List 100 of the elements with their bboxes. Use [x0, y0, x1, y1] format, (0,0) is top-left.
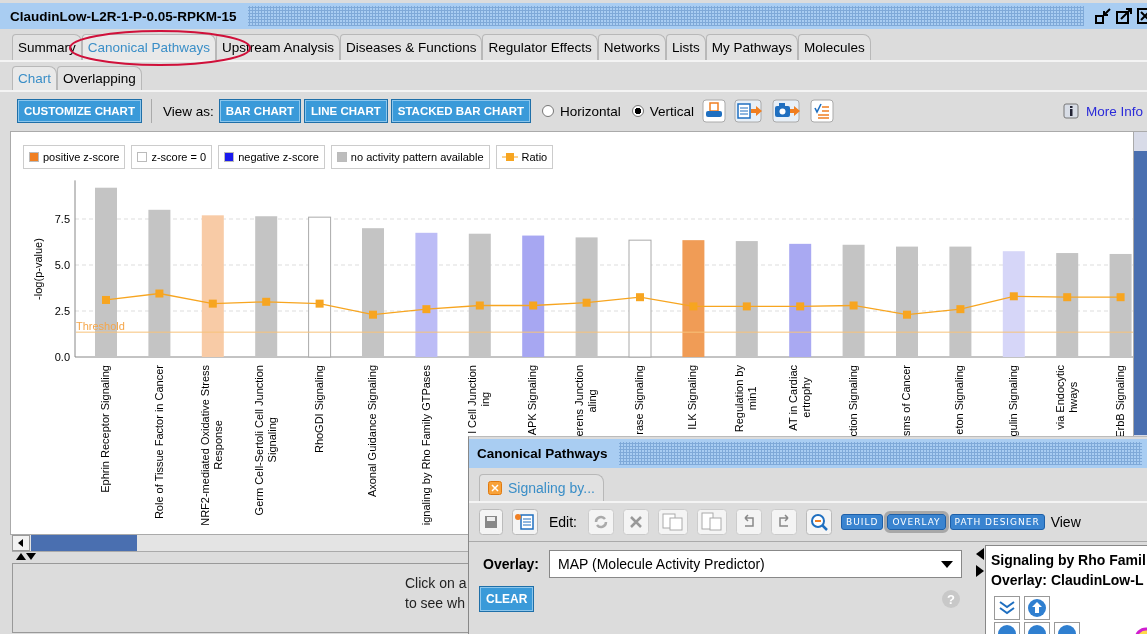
tab[interactable]: My Pathways: [705, 34, 799, 60]
legend-line-marker: [501, 153, 518, 161]
close-icon[interactable]: [1137, 8, 1147, 24]
bar[interactable]: [1056, 253, 1079, 357]
window-title: ClaudinLow-L2R-1-P-0.05-RPKM-15: [10, 8, 237, 24]
category-label: rase Signaling: [633, 365, 647, 435]
ratio-point[interactable]: [262, 297, 271, 306]
category-label: Ephrin Receptor Signaling: [99, 365, 113, 493]
details-text: to see wh: [405, 594, 465, 613]
category-label: eton Signaling: [953, 365, 967, 435]
ratio-point[interactable]: [315, 299, 324, 308]
ratio-point[interactable]: [1009, 292, 1018, 301]
ratio-point[interactable]: [1116, 293, 1125, 302]
bar[interactable]: [308, 216, 332, 358]
tab-label: Signaling by...: [508, 480, 595, 496]
paste-icon[interactable]: [697, 509, 727, 535]
ratio-point[interactable]: [369, 310, 377, 319]
category-label: RhoGDI Signaling: [312, 365, 326, 454]
bar[interactable]: [682, 240, 705, 357]
bar[interactable]: [896, 246, 918, 357]
dropdown-caret-icon: [941, 560, 953, 568]
ratio-point[interactable]: [529, 301, 538, 310]
info-icon[interactable]: [1062, 103, 1079, 119]
bar[interactable]: [148, 209, 171, 357]
overlay-label: Overlay:: [483, 556, 540, 572]
redo-icon[interactable]: [771, 509, 797, 535]
tab[interactable]: Overlapping: [57, 66, 142, 90]
tab[interactable]: Diseases & Functions: [339, 34, 483, 60]
ratio-point[interactable]: [102, 295, 110, 304]
ratio-point[interactable]: [582, 298, 591, 307]
view-as-label: View as:: [162, 103, 214, 119]
legend-label: no activity pattern available: [350, 151, 484, 163]
ratio-point[interactable]: [903, 310, 911, 319]
checklist-icon[interactable]: [810, 99, 835, 123]
bar[interactable]: [255, 216, 278, 357]
ratio-point[interactable]: [849, 301, 858, 310]
bar[interactable]: [735, 241, 758, 357]
ratio-point[interactable]: [796, 302, 805, 311]
window-title: Canonical Pathways: [477, 446, 608, 461]
ratio-point[interactable]: [956, 305, 965, 314]
ratio-point[interactable]: [155, 289, 164, 298]
edit-label: Edit:: [549, 514, 577, 530]
refresh-icon[interactable]: [588, 509, 614, 535]
delete-icon[interactable]: [623, 509, 649, 535]
tab[interactable]: Networks: [597, 34, 667, 60]
view-label: View: [1050, 514, 1081, 530]
bar[interactable]: [842, 244, 865, 357]
undo-icon[interactable]: [736, 509, 762, 535]
orientation-radio[interactable]: Horizontal: [542, 103, 621, 119]
orientation-radio[interactable]: Vertical: [631, 103, 695, 119]
threshold-label: Threshold: [76, 320, 125, 333]
ratio-point[interactable]: [208, 299, 217, 308]
radio-label: Vertical: [649, 103, 695, 119]
printer-icon[interactable]: [702, 99, 727, 123]
mode-button[interactable]: PATH DESIGNER: [949, 514, 1045, 530]
ratio-point[interactable]: [689, 302, 698, 311]
tick-label: 7.5: [54, 213, 70, 225]
category-label: APK Signaling: [526, 365, 540, 436]
ratio-point[interactable]: [1063, 293, 1072, 302]
export-list-icon[interactable]: [512, 509, 538, 535]
radio-circle[interactable]: [542, 105, 554, 117]
bar[interactable]: [415, 232, 438, 357]
category-label: ignaling by Rho Family GTPases: [419, 365, 433, 526]
ratio-point[interactable]: [636, 293, 644, 302]
bar[interactable]: [201, 215, 224, 357]
tab[interactable]: Regulator Effects: [482, 34, 598, 60]
bar[interactable]: [949, 246, 972, 357]
legend-label: z-score = 0: [151, 151, 207, 163]
scroll-left-button[interactable]: [12, 535, 30, 551]
bar[interactable]: [468, 233, 491, 357]
zoom-icon[interactable]: [806, 509, 832, 535]
radio-circle[interactable]: [631, 105, 644, 117]
bar[interactable]: [789, 243, 812, 357]
ratio-point[interactable]: [742, 302, 751, 311]
maximize-icon[interactable]: [1116, 8, 1132, 24]
tick-label: 0.0: [54, 351, 70, 362]
bar[interactable]: [362, 228, 384, 357]
bar[interactable]: [575, 237, 598, 357]
category-label: erens Junction aling: [573, 365, 600, 437]
bar[interactable]: [628, 239, 652, 358]
mode-button[interactable]: BUILD: [841, 514, 884, 530]
tick-label: 2.5: [54, 305, 70, 317]
radio-label: Horizontal: [560, 103, 621, 119]
double-chevron-down-icon[interactable]: [994, 596, 1020, 620]
copy-icon[interactable]: [658, 509, 688, 535]
tab[interactable]: Lists: [666, 34, 706, 60]
bar[interactable]: [1002, 251, 1025, 357]
bar[interactable]: [1109, 253, 1132, 357]
scrollbar-thumb[interactable]: [31, 535, 137, 551]
more-info-link[interactable]: More Info: [1085, 103, 1143, 119]
category-label: Regulation by min1: [733, 365, 760, 433]
legend-label: positive z-score: [43, 151, 120, 163]
ratio-point[interactable]: [422, 305, 431, 314]
tab[interactable]: Molecules: [798, 34, 871, 60]
mode-button[interactable]: OVERLAY: [887, 514, 946, 530]
bar[interactable]: [522, 235, 545, 357]
overlay-dropdown[interactable]: MAP (Molecule Activity Predictor): [549, 550, 962, 578]
save-icon[interactable]: [479, 509, 503, 535]
restore-icon[interactable]: [1095, 8, 1111, 24]
ratio-point[interactable]: [475, 301, 484, 310]
